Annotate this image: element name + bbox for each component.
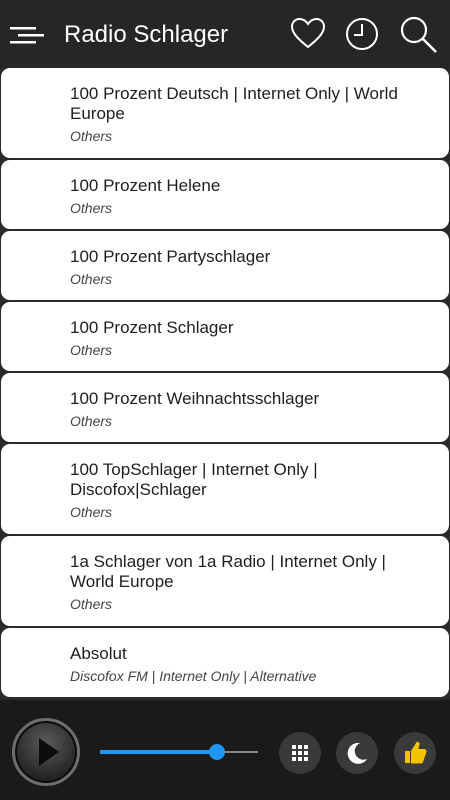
player-bar [0, 700, 450, 800]
thumbs-up-icon [405, 741, 427, 764]
sleep-timer-button[interactable] [336, 732, 378, 774]
station-name: Absolut [70, 644, 127, 663]
station-name: 100 Prozent Helene [70, 176, 221, 195]
station-item[interactable]: Absolut Discofox FM | Internet Only | Al… [1, 628, 449, 697]
station-item[interactable]: 100 Prozent Schlager Others [1, 302, 449, 371]
station-genre: Others [70, 504, 113, 520]
station-genre: Others [70, 128, 113, 144]
station-genre: Others [70, 271, 113, 287]
station-name: 100 Prozent Deutsch | Internet Only | Wo… [70, 84, 398, 123]
station-item[interactable]: 100 Prozent Helene Others [1, 160, 449, 229]
station-item[interactable]: 1a Schlager von 1a Radio | Internet Only… [1, 536, 449, 626]
play-icon [39, 738, 59, 766]
page-title: Radio Schlager [64, 21, 229, 48]
station-genre: Others [70, 413, 113, 429]
moon-icon [347, 742, 367, 764]
station-item[interactable]: 100 TopSchlager | Internet Only | Discof… [1, 444, 449, 534]
play-button[interactable] [12, 718, 80, 786]
station-name: 100 Prozent Partyschlager [70, 247, 271, 266]
station-item[interactable]: 100 Prozent Weihnachtsschlager Others [1, 373, 449, 442]
station-list[interactable]: 100 Prozent Deutsch | Internet Only | Wo… [0, 68, 450, 700]
station-genre: Others [70, 596, 113, 612]
station-name: 100 TopSchlager | Internet Only | Discof… [70, 460, 318, 499]
clock-icon[interactable] [342, 14, 382, 54]
grid-button[interactable] [279, 732, 321, 774]
station-genre: Others [70, 342, 113, 358]
rate-button[interactable] [394, 732, 436, 774]
station-name: 100 Prozent Weihnachtsschlager [70, 389, 320, 408]
heart-icon[interactable] [288, 14, 328, 54]
station-item[interactable]: 100 Prozent Partyschlager Others [1, 231, 449, 300]
grid-icon [292, 745, 308, 761]
search-icon[interactable] [398, 14, 438, 54]
station-name: 100 Prozent Schlager [70, 318, 234, 337]
menu-icon[interactable] [10, 20, 46, 50]
station-genre: Others [70, 200, 113, 216]
volume-fill [100, 750, 217, 754]
volume-slider[interactable] [100, 740, 260, 764]
volume-thumb[interactable] [209, 744, 225, 760]
station-genre: Discofox FM | Internet Only | Alternativ… [70, 668, 317, 684]
station-name: 1a Schlager von 1a Radio | Internet Only… [70, 552, 386, 591]
app-bar: Radio Schlager [0, 0, 450, 68]
station-item[interactable]: 100 Prozent Deutsch | Internet Only | Wo… [1, 68, 449, 158]
